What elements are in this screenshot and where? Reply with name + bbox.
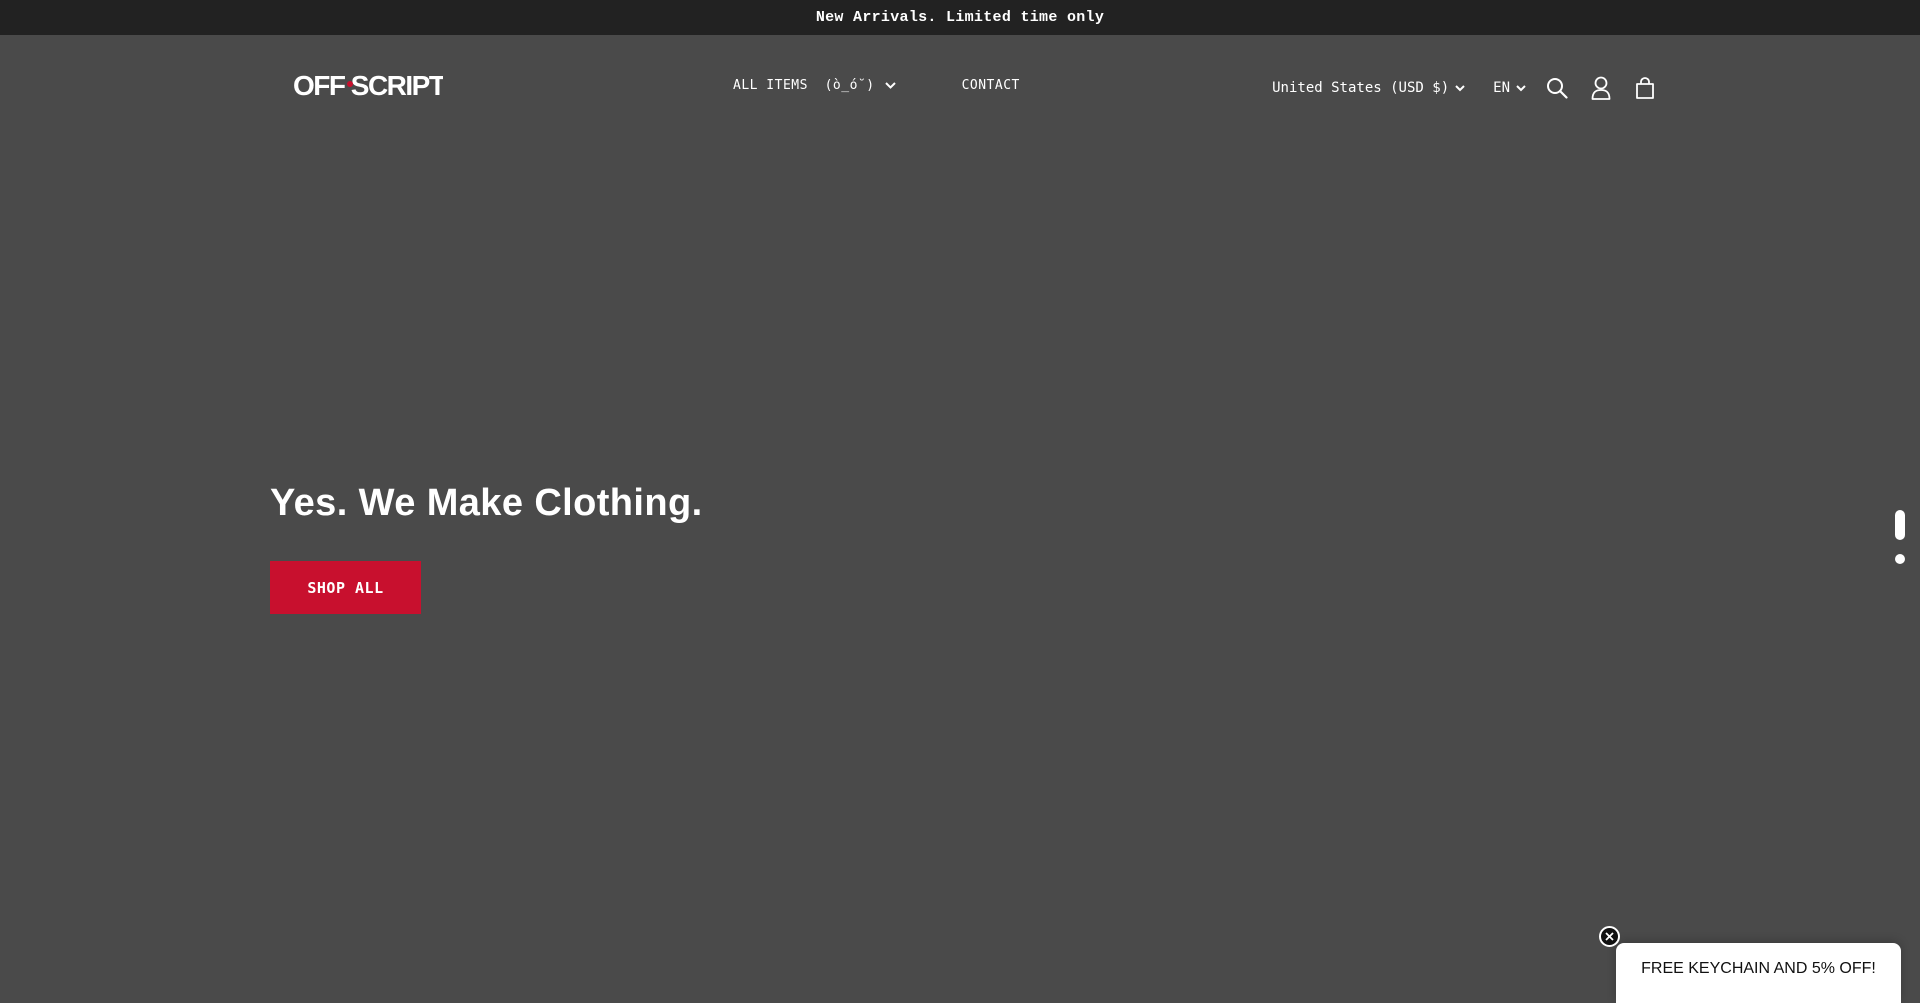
chevron-down-icon [884,82,896,89]
country-selector[interactable]: United States (USD $) [1272,80,1465,96]
account-icon [1591,76,1611,100]
logo-text: OFF SCRIPT [293,70,443,101]
search-button[interactable] [1544,75,1570,101]
cart-button[interactable] [1632,75,1658,101]
search-icon [1547,78,1568,99]
chevron-down-icon [1455,84,1465,92]
account-button[interactable] [1588,75,1614,101]
header-utilities: United States (USD $) EN [1272,75,1658,101]
cart-icon [1636,77,1654,99]
promo-close-button[interactable] [1599,926,1620,947]
close-icon [1605,932,1614,941]
chevron-down-icon [1516,84,1526,92]
slide-dot[interactable] [1895,554,1905,564]
slider-pagination [1895,510,1905,564]
hero-title: Yes. We Make Clothing. [270,482,703,524]
promo-text: FREE KEYCHAIN AND 5% OFF! [1641,960,1876,977]
nav-label-contact: CONTACT [961,78,1020,93]
promo-teaser[interactable]: FREE KEYCHAIN AND 5% OFF! [1616,943,1901,1003]
logo-wordmark: OFF SCRIPT [293,70,443,101]
country-selector-label: United States (USD $) [1272,80,1450,96]
logo-dot [347,81,353,87]
announcement-text: New Arrivals. Limited time only [815,9,1105,26]
language-selector-label: EN [1493,80,1510,96]
shop-all-button[interactable]: SHOP ALL [270,561,421,614]
announcement-bar: New Arrivals. Limited time only [0,0,1920,35]
nav-item-contact[interactable]: CONTACT [962,78,1020,93]
site-header: OFF SCRIPT ALL ITEMS (ò_ó˘) CONTACT Unit… [0,35,1920,139]
nav-label-all-items: ALL ITEMS (ò_ó˘) [733,78,875,93]
site-logo[interactable]: OFF SCRIPT [293,69,443,101]
slide-dot-active[interactable] [1895,510,1905,540]
language-selector[interactable]: EN [1493,80,1526,96]
main-nav: ALL ITEMS (ò_ó˘) CONTACT [733,78,1020,93]
nav-item-all-items[interactable]: ALL ITEMS (ò_ó˘) [733,78,896,93]
